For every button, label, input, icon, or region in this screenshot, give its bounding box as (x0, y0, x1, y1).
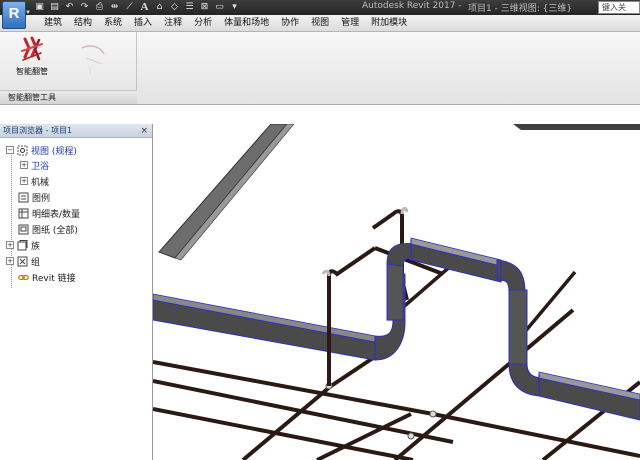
ribbon: 智能翻管 智能翻管工具 (0, 32, 640, 105)
tree-item-schedules[interactable]: 明细表/数量 (18, 206, 80, 220)
tab-architecture[interactable]: 建筑 (38, 17, 68, 30)
options-bar (0, 105, 640, 124)
legend-icon (18, 192, 29, 203)
tab-systems[interactable]: 系统 (98, 17, 128, 30)
tree-label: 图例 (32, 193, 51, 204)
measure-icon[interactable]: ⇹ (109, 2, 120, 13)
redo-icon[interactable]: ↷ (79, 2, 90, 13)
3d-model-canvas[interactable] (153, 124, 640, 460)
project-title: 项目1 - 三维视图: {三维} (468, 4, 573, 14)
expand-icon[interactable]: + (20, 177, 28, 185)
link-icon (18, 272, 29, 283)
expand-icon[interactable]: + (6, 241, 14, 249)
ribbon-tab-bar: 建筑 结构 系统 插入 注释 分析 体量和场地 协作 视图 管理 附加模块 (0, 15, 640, 32)
tab-add-ins[interactable]: 附加模块 (365, 17, 413, 30)
quick-access-toolbar: ▣ ▤ ↶ ↷ ⎙ ⇹ ⟋ A ⌂ ◇ ☰ ⊠ ▭ ▾ (34, 1, 240, 14)
tab-view[interactable]: 视图 (305, 17, 335, 30)
tree-label: 视图 (规程) (31, 146, 77, 157)
text-icon[interactable]: A (139, 2, 150, 13)
group-icon (17, 256, 28, 267)
tree-item-sheets[interactable]: 图纸 (全部) (18, 222, 78, 236)
family-icon (17, 239, 28, 251)
sheet-icon (18, 224, 29, 235)
tree-item-revit-links[interactable]: Revit 链接 (18, 270, 76, 284)
tree-label: Revit 链接 (32, 273, 76, 284)
smart-pipe-icon (21, 36, 43, 61)
application-menu-button[interactable]: R ▼ (2, 1, 31, 29)
upper-right-beam (513, 124, 640, 130)
collapse-icon[interactable]: − (6, 146, 14, 154)
project-browser: 项目浏览器 - 项目1 × − 视图 (规程) + 卫浴 + 机械 图例 明细表… (0, 124, 153, 460)
tree-label: 机械 (31, 177, 50, 188)
app-letter: R (8, 5, 20, 22)
close-icon[interactable]: × (140, 124, 148, 138)
tree-item-plumbing[interactable]: + 卫浴 (20, 158, 49, 172)
undo-icon[interactable]: ↶ (64, 2, 75, 13)
title-bar: ▣ ▤ ↶ ↷ ⎙ ⇹ ⟋ A ⌂ ◇ ☰ ⊠ ▭ ▾ Autodesk Rev… (0, 0, 640, 15)
close-hidden-icon[interactable]: ⊠ (199, 2, 210, 13)
switch-windows-icon[interactable]: ▭ (214, 2, 225, 13)
upper-duct[interactable] (158, 124, 295, 261)
tree-item-views[interactable]: − 视图 (规程) (6, 143, 77, 157)
smart-pipe-bend-button[interactable]: 智能翻管 (6, 35, 58, 85)
chevron-down-icon: ▼ (25, 10, 31, 16)
open-icon[interactable]: ▣ (34, 2, 45, 13)
tab-insert[interactable]: 插入 (128, 17, 158, 30)
tree-label: 组 (31, 257, 41, 268)
faded-pipe-icon (81, 45, 105, 74)
tab-analyze[interactable]: 分析 (188, 17, 218, 30)
project-browser-title: 项目浏览器 - 项目1 (3, 126, 73, 135)
thin-lines-icon[interactable]: ☰ (184, 2, 195, 13)
3d-view-icon[interactable]: ⌂ (154, 2, 165, 13)
aligned-dimension-icon[interactable]: ⟋ (124, 2, 135, 13)
3d-viewport[interactable] (153, 124, 640, 460)
tab-manage[interactable]: 管理 (335, 17, 365, 30)
section-icon[interactable]: ◇ (169, 2, 180, 13)
tab-structure[interactable]: 结构 (68, 17, 98, 30)
tree-item-families[interactable]: + 族 (6, 238, 40, 252)
tab-collaborate[interactable]: 协作 (275, 17, 305, 30)
tree-label: 图纸 (全部) (32, 225, 78, 236)
expand-icon[interactable]: + (20, 161, 28, 169)
views-icon (17, 145, 28, 156)
tab-annotate[interactable]: 注释 (158, 17, 188, 30)
project-browser-header: 项目浏览器 - 项目1 × (0, 124, 152, 138)
tree-label: 族 (31, 241, 41, 252)
app-title: Autodesk Revit 2017 - (362, 1, 462, 11)
tree-item-groups[interactable]: + 组 (6, 254, 40, 268)
tree-item-mechanical[interactable]: + 机械 (20, 174, 49, 188)
tree-label: 明细表/数量 (32, 209, 81, 220)
schedule-icon (18, 208, 29, 219)
ribbon-panel-smart-pipe: 智能翻管 智能翻管工具 (0, 32, 137, 104)
main-duct[interactable] (153, 237, 640, 421)
save-icon[interactable]: ▤ (49, 2, 60, 13)
tree-label: 卫浴 (31, 161, 50, 172)
ribbon-panel-title: 智能翻管工具 (0, 90, 137, 104)
search-input[interactable]: 键入关 (598, 1, 640, 14)
print-icon[interactable]: ⎙ (94, 2, 105, 13)
smart-pipe-bend-label: 智能翻管 (16, 67, 48, 76)
tree-item-legends[interactable]: 图例 (18, 190, 50, 204)
expand-icon[interactable]: + (6, 257, 14, 265)
tab-massing-site[interactable]: 体量和场地 (218, 17, 275, 30)
qat-dropdown-icon[interactable]: ▾ (229, 2, 240, 13)
